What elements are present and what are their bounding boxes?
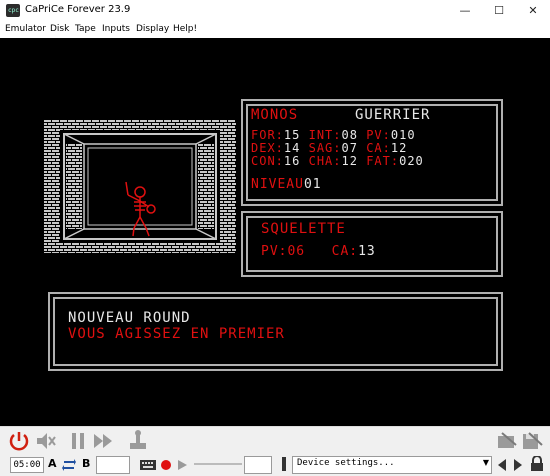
- separator: [282, 457, 286, 471]
- player-class: GUERRIER: [355, 107, 431, 123]
- stat-ca-value: 12: [390, 141, 408, 155]
- record-icon[interactable]: [160, 459, 172, 471]
- stat-dex-label: DEX:: [251, 141, 284, 155]
- menu-bar: Emulator Disk Tape Inputs Display Help!: [0, 22, 550, 38]
- stat-cha-value: 12: [341, 154, 358, 168]
- title-bar: cpc CaPriCe Forever 23.9 — ☐ ✕: [0, 0, 550, 22]
- fast-forward-icon[interactable]: [92, 431, 116, 451]
- enemy-pv-label: PV:: [261, 244, 288, 259]
- swap-drives-icon[interactable]: [62, 458, 76, 472]
- window-title: CaPriCe Forever 23.9: [25, 4, 131, 15]
- toolbar-row-2: 05:00 A B Device settings... ▼: [0, 454, 550, 476]
- menu-tape[interactable]: Tape: [75, 24, 96, 34]
- menu-display[interactable]: Display: [136, 24, 169, 34]
- play-icon[interactable]: [176, 459, 188, 471]
- stat-int-value: 08: [341, 128, 358, 142]
- close-button[interactable]: ✕: [516, 0, 550, 22]
- device-settings-select[interactable]: Device settings... ▼: [292, 456, 492, 474]
- power-icon[interactable]: [8, 430, 30, 452]
- joystick-icon[interactable]: [127, 429, 149, 451]
- stat-fat-value: 020: [399, 154, 424, 168]
- pause-icon[interactable]: [68, 431, 88, 451]
- maximize-button[interactable]: ☐: [482, 0, 516, 22]
- level-label: NIVEAU: [251, 177, 304, 192]
- enemy-stats: PV:06 CA:13: [261, 244, 376, 259]
- enemy-pv-value: 06: [287, 244, 306, 259]
- stat-con-value: 16: [283, 154, 301, 168]
- message-line-1: NOUVEAU ROUND: [68, 310, 191, 326]
- keyboard-icon[interactable]: [140, 458, 156, 472]
- drive-b-slot[interactable]: [96, 456, 130, 474]
- enemy-panel: SQUELETTE PV:06 CA:13: [241, 211, 503, 277]
- stat-int-label: INT:: [308, 128, 342, 142]
- enemy-ca-label: CA:: [331, 244, 359, 259]
- stat-fat-label: FAT:: [366, 154, 400, 168]
- stat-pv-value: 010: [390, 128, 416, 142]
- level-value: 01: [303, 177, 322, 192]
- tape-progress-track[interactable]: [194, 463, 242, 465]
- stat-dex-value: 14: [283, 141, 301, 155]
- stat-for-label: FOR:: [251, 128, 284, 142]
- tape-counter: [244, 456, 272, 474]
- stat-cha-label: CHA:: [308, 154, 342, 168]
- chevron-down-icon[interactable]: ▼: [483, 458, 489, 467]
- arrow-right-icon[interactable]: [512, 458, 524, 472]
- character-panel: MONOS GUERRIER FOR:15 INT:08 PV:010 DEX:…: [241, 99, 503, 206]
- enemy-ca-value: 13: [358, 244, 376, 259]
- enemy-name: SQUELETTE: [261, 221, 346, 237]
- stat-sag-value: 07: [341, 141, 358, 155]
- stat-pv-label: PV:: [366, 128, 391, 142]
- disk-icon[interactable]: [521, 431, 543, 451]
- mute-icon[interactable]: [34, 431, 56, 451]
- lock-icon[interactable]: [530, 456, 544, 472]
- drive-b-label[interactable]: B: [82, 457, 90, 470]
- player-name: MONOS: [251, 107, 299, 123]
- minimize-button[interactable]: —: [448, 0, 482, 22]
- menu-emulator[interactable]: Emulator: [5, 24, 46, 34]
- menu-help[interactable]: Help!: [173, 24, 197, 34]
- dungeon-view: [44, 120, 236, 253]
- stat-ca-label: CA:: [366, 141, 391, 155]
- emulator-toolbar: 05:00 A B Device settings... ▼: [0, 426, 550, 476]
- stat-con-label: CON:: [251, 154, 284, 168]
- skeleton-sprite: [125, 181, 156, 237]
- stat-for-value: 15: [283, 128, 301, 142]
- device-settings-label: Device settings...: [297, 458, 395, 468]
- app-icon: cpc: [6, 4, 20, 17]
- message-panel: NOUVEAU ROUND VOUS AGISSEZ EN PREMIER: [48, 292, 503, 371]
- arrow-left-icon[interactable]: [496, 458, 508, 472]
- level-row: NIVEAU01: [251, 177, 322, 192]
- stat-sag-label: SAG:: [308, 141, 342, 155]
- menu-disk[interactable]: Disk: [50, 24, 69, 34]
- menu-inputs[interactable]: Inputs: [102, 24, 130, 34]
- message-line-2: VOUS AGISSEZ EN PREMIER: [68, 326, 285, 342]
- emulator-screen[interactable]: MONOS GUERRIER FOR:15 INT:08 PV:010 DEX:…: [0, 38, 550, 426]
- stats-row-3: CON:16 CHA:12 FAT:020: [251, 155, 491, 168]
- tape-icon[interactable]: [496, 431, 518, 451]
- time-display: 05:00: [10, 457, 44, 473]
- drive-a-label[interactable]: A: [48, 457, 57, 470]
